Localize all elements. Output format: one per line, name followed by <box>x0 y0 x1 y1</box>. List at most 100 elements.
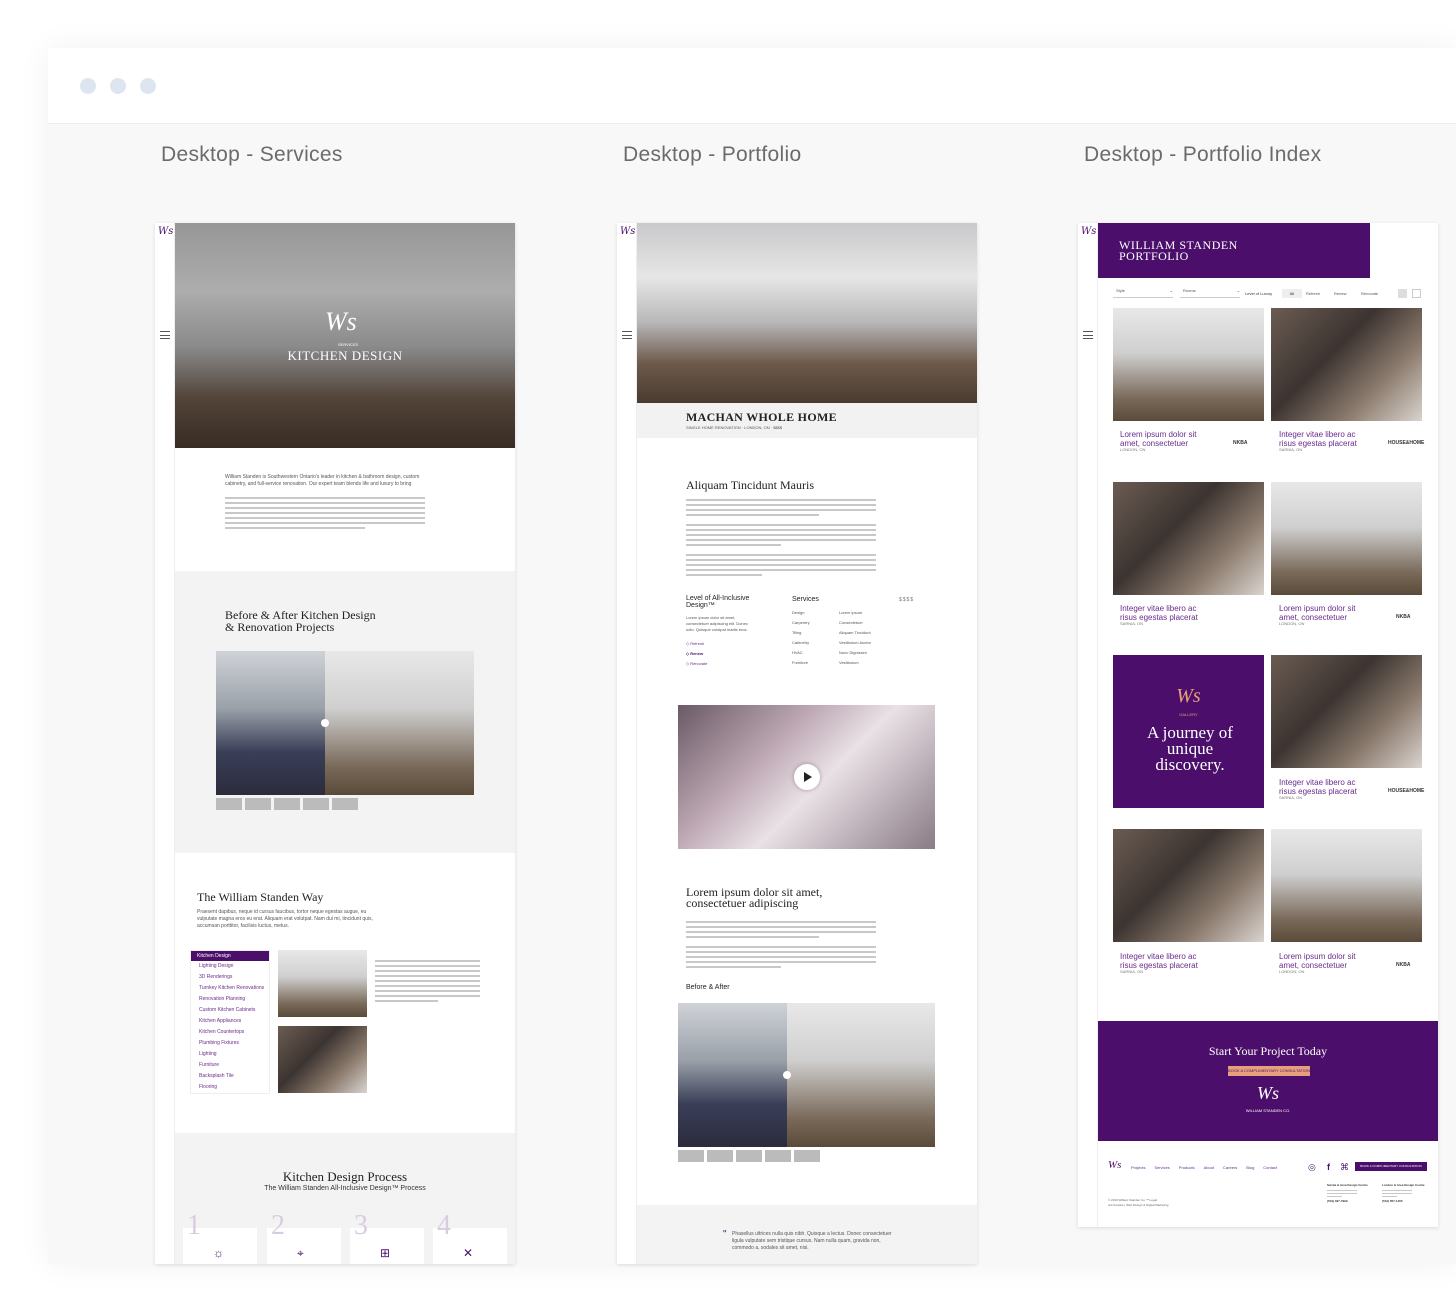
project-card-image[interactable] <box>1271 482 1422 595</box>
hamburger-icon[interactable] <box>1083 331 1093 339</box>
menu-item[interactable]: Lighting Design <box>191 961 269 972</box>
grid-view-icon[interactable] <box>1398 289 1407 298</box>
footer-cta-button[interactable]: BOOK A COMPLIMENTARY CONSULTATION <box>1355 1162 1427 1171</box>
play-icon[interactable] <box>794 764 820 790</box>
artboard-label-portfolio[interactable]: Desktop - Portfolio <box>623 143 801 167</box>
chevron-down-icon: ⌄ <box>1169 288 1173 293</box>
thumbnail-strip[interactable] <box>678 1150 820 1162</box>
project-card-image[interactable] <box>1113 482 1264 595</box>
footer-link[interactable]: Contact <box>1263 1165 1277 1170</box>
process-card[interactable]: 2 ⌖ <box>267 1210 341 1264</box>
filter-rooms[interactable]: Rooms ⌄ <box>1180 288 1240 298</box>
window-dot-1[interactable] <box>80 78 96 94</box>
menu-item[interactable]: Furniture <box>191 1060 269 1071</box>
footer-link[interactable]: Projects <box>1131 1165 1145 1170</box>
level-option[interactable]: ◇ Renovate <box>686 661 707 666</box>
process-title: Kitchen Design Process <box>282 1169 408 1184</box>
facebook-icon[interactable]: f <box>1327 1162 1330 1172</box>
houzz-icon[interactable]: ⌘ <box>1340 1162 1349 1173</box>
menu-item[interactable]: Plumbing Fixtures <box>191 1038 269 1049</box>
menu-item[interactable]: Kitchen Countertops <box>191 1027 269 1038</box>
level-option[interactable]: ◇ Renew <box>686 651 703 656</box>
artboard-services[interactable]: Ws Ws SERVICES KITCHEN DESIGN William St… <box>155 223 515 1264</box>
project-card-location: SARNIA, ON <box>1120 621 1144 626</box>
artboard-label-services[interactable]: Desktop - Services <box>161 143 343 167</box>
compare-handle-icon[interactable] <box>321 719 329 727</box>
menu-item[interactable]: Backsplash Tile <box>191 1071 269 1082</box>
level-option-all[interactable]: All <box>1282 289 1302 298</box>
project-card-image[interactable] <box>1271 829 1422 942</box>
quote-icon: " <box>723 1229 727 1240</box>
menu-item[interactable]: 3D Renderings <box>191 972 269 983</box>
window-dot-2[interactable] <box>110 78 126 94</box>
project-card-title[interactable]: Integer vitae libero ac risus egestas pl… <box>1279 430 1374 448</box>
level-option-refresh[interactable]: Refresh <box>1306 291 1320 296</box>
artboard-portfolio-index[interactable]: Ws WILLIAM STANDEN PORTFOLIO Style ⌄ Roo… <box>1078 223 1438 1227</box>
hamburger-icon[interactable] <box>160 331 170 339</box>
process-card[interactable]: 3 ⊞ <box>350 1210 424 1264</box>
menu-item[interactable]: Kitchen Design <box>191 951 269 961</box>
project-card-location: SARNIA, ON <box>1279 795 1303 800</box>
instagram-icon[interactable]: ◎ <box>1308 1162 1316 1173</box>
filter-style[interactable]: Style ⌄ <box>1113 288 1173 298</box>
menu-item[interactable]: Lighting <box>191 1049 269 1060</box>
location-title: London & Area Design Centre <box>1382 1183 1425 1187</box>
project-card-title[interactable]: Lorem ipsum dolor sit amet, consectetuer <box>1279 604 1374 622</box>
artboard-portfolio[interactable]: Ws MACHAN WHOLE HOME SINGLE HOME RENOVAT… <box>617 223 977 1264</box>
menu-item[interactable]: Turnkey Kitchen Renovations <box>191 983 269 994</box>
level-label: Level of Luxury <box>1245 291 1273 296</box>
compare-handle-icon[interactable] <box>783 1071 791 1079</box>
brand-logo-icon[interactable]: Ws <box>620 226 635 237</box>
process-card[interactable]: 4 ✕ <box>433 1210 507 1264</box>
thumbnail-strip[interactable] <box>216 798 358 810</box>
window-dot-3[interactable] <box>140 78 156 94</box>
project-card-title[interactable]: Integer vitae libero ac risus egestas pl… <box>1120 604 1215 622</box>
promo-quote: A journey of unique discovery. <box>1147 723 1233 774</box>
page-title: WILLIAM STANDEN PORTFOLIO <box>1119 238 1238 263</box>
level-option[interactable]: ◇ Refresh <box>686 641 704 646</box>
project-card-image[interactable] <box>1271 655 1422 768</box>
project-card-title[interactable]: Lorem ipsum dolor sit amet, consectetuer <box>1120 430 1215 448</box>
project-card-image[interactable] <box>1113 308 1264 421</box>
project-card-location: SARNIA, ON <box>1120 969 1144 974</box>
footer-logo-icon[interactable]: Ws <box>1108 1159 1121 1171</box>
project-card-location: LONDON, ON <box>1279 969 1305 974</box>
footer-nav: Projects Services Products About Careers… <box>1131 1165 1277 1170</box>
footer-link[interactable]: Services <box>1154 1165 1169 1170</box>
artboard-label-index[interactable]: Desktop - Portfolio Index <box>1084 143 1321 167</box>
level-option-renew[interactable]: Renew <box>1334 291 1346 296</box>
menu-item[interactable]: Renovation Planning <box>191 994 269 1005</box>
brand-logo-icon[interactable]: Ws <box>1081 226 1096 237</box>
hamburger-icon[interactable] <box>622 331 632 339</box>
footer-link[interactable]: About <box>1204 1165 1214 1170</box>
process-subtitle: The William Standen All-Inclusive Design… <box>264 1185 426 1192</box>
hero-monogram: Ws <box>325 307 357 336</box>
title-bar <box>48 48 1456 124</box>
menu-item[interactable]: Kitchen Appliances <box>191 1016 269 1027</box>
location-title: Sarnia & Area Design Centre <box>1327 1183 1368 1187</box>
menu-item[interactable]: Flooring <box>191 1082 269 1093</box>
list-view-icon[interactable] <box>1412 289 1421 298</box>
footer-link[interactable]: Products <box>1179 1165 1195 1170</box>
sofa-icon: ⊞ <box>380 1246 391 1260</box>
project-card-title[interactable]: Integer vitae libero ac risus egestas pl… <box>1279 778 1374 796</box>
footer-link[interactable]: Careers <box>1223 1165 1237 1170</box>
footer-link[interactable]: Blog <box>1246 1165 1254 1170</box>
cta-button[interactable]: BOOK A COMPLIMENTARY CONSULTATION <box>1228 1066 1310 1076</box>
body-lines-2 <box>686 921 876 971</box>
hero-eyebrow: SERVICES <box>338 342 359 347</box>
process-card[interactable]: 1 ☼ <box>183 1210 257 1264</box>
price-level: $$$$ <box>899 597 915 603</box>
project-card-title[interactable]: Lorem ipsum dolor sit amet, consectetuer <box>1279 952 1374 970</box>
project-card-image[interactable] <box>1113 829 1264 942</box>
project-card-image[interactable] <box>1271 308 1422 421</box>
hero-image <box>637 223 977 403</box>
brand-logo-icon[interactable]: Ws <box>158 226 173 237</box>
menu-item[interactable]: Custom Kitchen Cabinets <box>191 1005 269 1016</box>
level-option-renovate[interactable]: Renovate <box>1361 291 1378 296</box>
promo-monogram: Ws <box>1176 685 1201 707</box>
lightbulb-icon: ☼ <box>213 1246 224 1260</box>
tools-icon: ✕ <box>463 1246 474 1260</box>
project-card-title[interactable]: Integer vitae libero ac risus egestas pl… <box>1120 952 1215 970</box>
location-address-lines <box>1382 1190 1412 1197</box>
